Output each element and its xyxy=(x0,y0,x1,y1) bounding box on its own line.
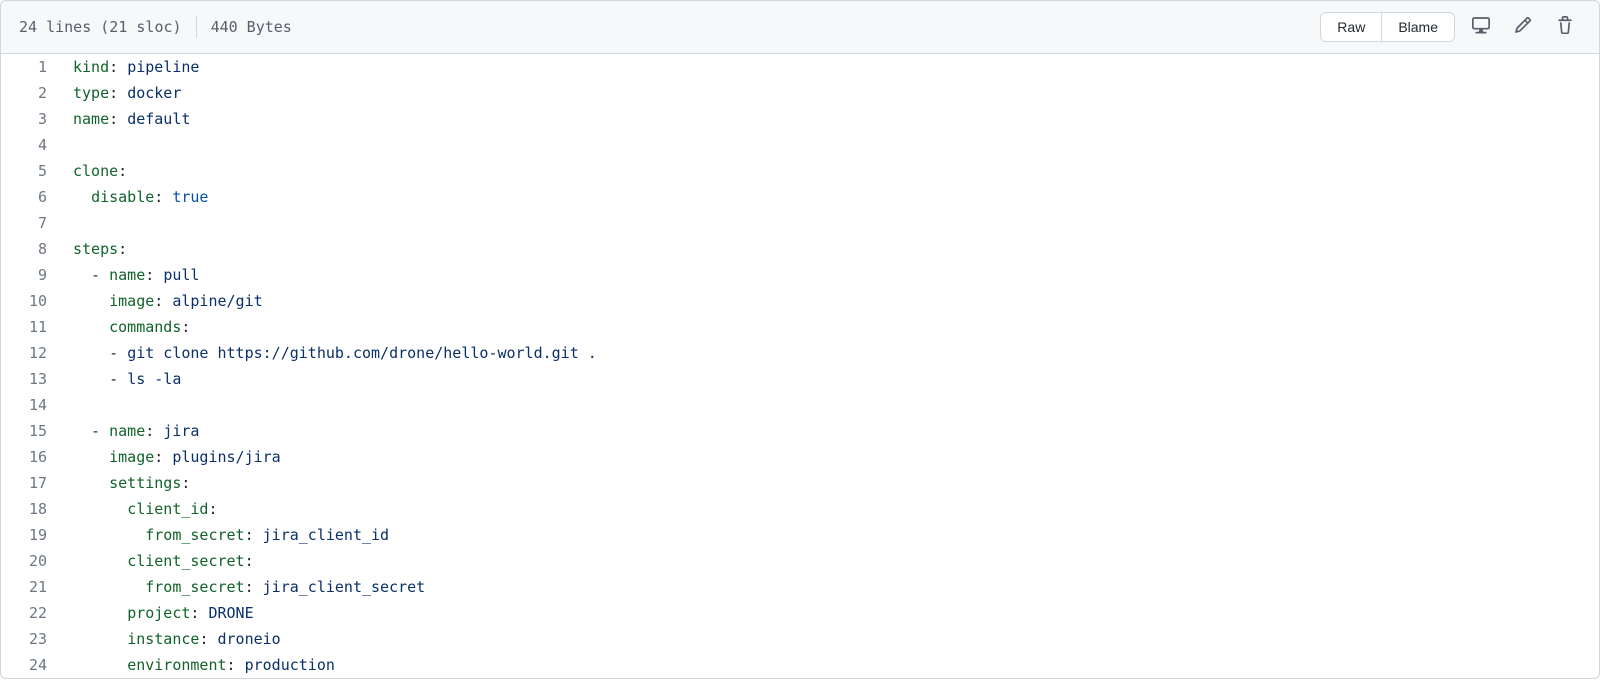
line-content[interactable]: - name: pull xyxy=(61,262,1599,288)
code-line: 24 environment: production xyxy=(1,652,1599,678)
line-number[interactable]: 7 xyxy=(1,210,61,236)
code-line: 16 image: plugins/jira xyxy=(1,444,1599,470)
pencil-icon xyxy=(1514,16,1532,39)
line-content[interactable]: image: plugins/jira xyxy=(61,444,1599,470)
line-content[interactable]: image: alpine/git xyxy=(61,288,1599,314)
code-line: 5clone: xyxy=(1,158,1599,184)
display-source-button[interactable] xyxy=(1465,11,1497,43)
line-content[interactable]: instance: droneio xyxy=(61,626,1599,652)
line-content[interactable]: environment: production xyxy=(61,652,1599,678)
line-number[interactable]: 14 xyxy=(1,392,61,418)
code-line: 21 from_secret: jira_client_secret xyxy=(1,574,1599,600)
code-line: 18 client_id: xyxy=(1,496,1599,522)
line-content[interactable]: disable: true xyxy=(61,184,1599,210)
line-number[interactable]: 21 xyxy=(1,574,61,600)
line-number[interactable]: 9 xyxy=(1,262,61,288)
code-line: 11 commands: xyxy=(1,314,1599,340)
code-line: 4 xyxy=(1,132,1599,158)
code-line: 6 disable: true xyxy=(1,184,1599,210)
code-line: 13 - ls -la xyxy=(1,366,1599,392)
divider xyxy=(196,16,197,38)
line-number[interactable]: 23 xyxy=(1,626,61,652)
edit-button[interactable] xyxy=(1507,11,1539,43)
code-line: 12 - git clone https://github.com/drone/… xyxy=(1,340,1599,366)
line-number[interactable]: 11 xyxy=(1,314,61,340)
file-actions: Raw Blame xyxy=(1320,11,1581,43)
line-content[interactable]: - name: jira xyxy=(61,418,1599,444)
code-line: 8steps: xyxy=(1,236,1599,262)
line-content[interactable]: client_id: xyxy=(61,496,1599,522)
desktop-icon xyxy=(1472,16,1490,39)
code-line: 7 xyxy=(1,210,1599,236)
line-number[interactable]: 2 xyxy=(1,80,61,106)
blame-button[interactable]: Blame xyxy=(1381,13,1454,41)
code-table: 1kind: pipeline2type: docker3name: defau… xyxy=(1,54,1599,678)
raw-button[interactable]: Raw xyxy=(1321,13,1381,41)
code-line: 15 - name: jira xyxy=(1,418,1599,444)
line-number[interactable]: 16 xyxy=(1,444,61,470)
line-content[interactable]: name: default xyxy=(61,106,1599,132)
line-content[interactable]: steps: xyxy=(61,236,1599,262)
line-number[interactable]: 22 xyxy=(1,600,61,626)
size-info: 440 Bytes xyxy=(211,18,292,36)
line-number[interactable]: 15 xyxy=(1,418,61,444)
line-content[interactable]: - git clone https://github.com/drone/hel… xyxy=(61,340,1599,366)
line-number[interactable]: 24 xyxy=(1,652,61,678)
code-line: 22 project: DRONE xyxy=(1,600,1599,626)
line-content[interactable]: from_secret: jira_client_secret xyxy=(61,574,1599,600)
line-number[interactable]: 1 xyxy=(1,54,61,80)
code-line: 10 image: alpine/git xyxy=(1,288,1599,314)
file-info: 24 lines (21 sloc) 440 Bytes xyxy=(19,16,292,38)
line-content[interactable] xyxy=(61,132,1599,158)
line-content[interactable]: from_secret: jira_client_id xyxy=(61,522,1599,548)
code-line: 20 client_secret: xyxy=(1,548,1599,574)
code-line: 19 from_secret: jira_client_id xyxy=(1,522,1599,548)
line-content[interactable]: client_secret: xyxy=(61,548,1599,574)
code-line: 23 instance: droneio xyxy=(1,626,1599,652)
line-number[interactable]: 18 xyxy=(1,496,61,522)
line-number[interactable]: 10 xyxy=(1,288,61,314)
code-line: 3name: default xyxy=(1,106,1599,132)
raw-blame-group: Raw Blame xyxy=(1320,12,1455,42)
code-area: 1kind: pipeline2type: docker3name: defau… xyxy=(0,54,1600,679)
line-content[interactable]: kind: pipeline xyxy=(61,54,1599,80)
line-content[interactable]: - ls -la xyxy=(61,366,1599,392)
line-number[interactable]: 13 xyxy=(1,366,61,392)
line-content[interactable]: clone: xyxy=(61,158,1599,184)
code-line: 14 xyxy=(1,392,1599,418)
line-content[interactable] xyxy=(61,392,1599,418)
line-number[interactable]: 6 xyxy=(1,184,61,210)
code-line: 2type: docker xyxy=(1,80,1599,106)
line-number[interactable]: 4 xyxy=(1,132,61,158)
line-content[interactable]: project: DRONE xyxy=(61,600,1599,626)
lines-info: 24 lines (21 sloc) xyxy=(19,18,182,36)
code-line: 1kind: pipeline xyxy=(1,54,1599,80)
line-content[interactable] xyxy=(61,210,1599,236)
line-number[interactable]: 20 xyxy=(1,548,61,574)
line-content[interactable]: type: docker xyxy=(61,80,1599,106)
line-number[interactable]: 12 xyxy=(1,340,61,366)
line-content[interactable]: settings: xyxy=(61,470,1599,496)
line-number[interactable]: 19 xyxy=(1,522,61,548)
line-number[interactable]: 8 xyxy=(1,236,61,262)
line-number[interactable]: 3 xyxy=(1,106,61,132)
line-number[interactable]: 5 xyxy=(1,158,61,184)
code-line: 17 settings: xyxy=(1,470,1599,496)
delete-button[interactable] xyxy=(1549,11,1581,43)
line-content[interactable]: commands: xyxy=(61,314,1599,340)
code-line: 9 - name: pull xyxy=(1,262,1599,288)
file-header: 24 lines (21 sloc) 440 Bytes Raw Blame xyxy=(0,0,1600,54)
trash-icon xyxy=(1556,16,1574,39)
line-number[interactable]: 17 xyxy=(1,470,61,496)
